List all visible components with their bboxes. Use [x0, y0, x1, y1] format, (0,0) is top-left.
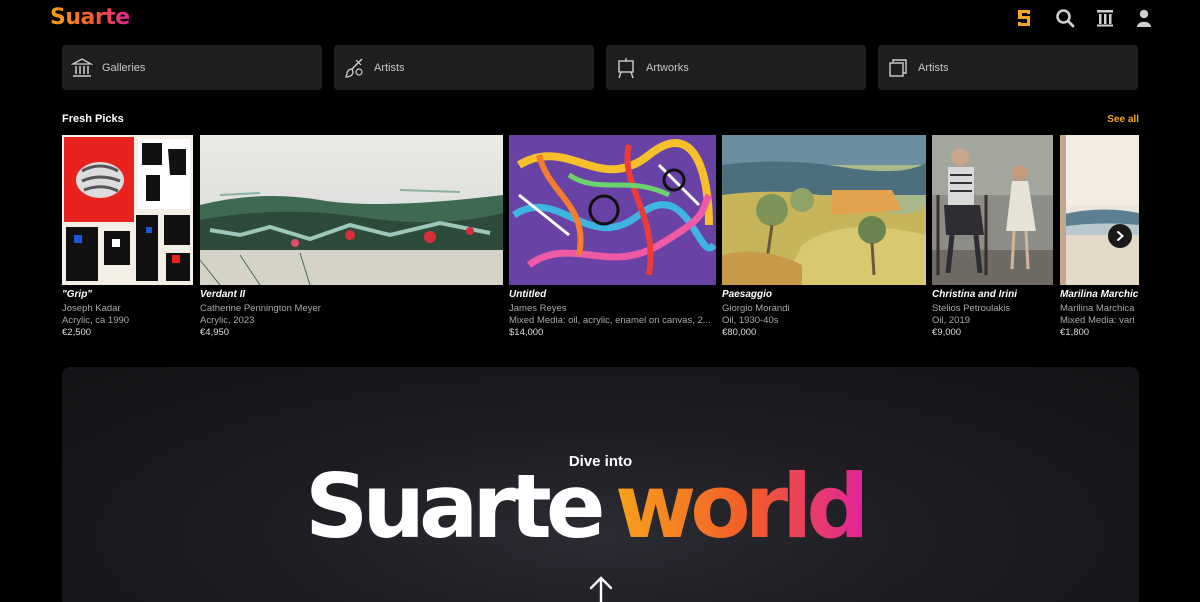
suarte-logo[interactable]: Suarte: [50, 5, 130, 30]
user-icon[interactable]: [1133, 7, 1155, 29]
category-label: Galleries: [102, 61, 146, 74]
category-artists[interactable]: Artists: [334, 45, 594, 90]
artwork-image[interactable]: [722, 135, 926, 285]
artwork-artist: Stelios Petroulakis: [932, 303, 1011, 314]
artwork-title: Marilina Marchic: [1060, 289, 1139, 300]
frame-icon: [886, 56, 910, 80]
museum-icon: [70, 56, 94, 80]
suarte-world-banner[interactable]: Dive into Suarte world: [62, 367, 1139, 602]
artwork-price: €1,800: [1060, 327, 1090, 338]
artwork-artist: Giorgio Morandi: [722, 303, 790, 314]
wordmark-part1: Suarte: [305, 457, 602, 547]
wordmark-part2: world: [615, 457, 863, 547]
arrow-up-icon[interactable]: [588, 575, 614, 602]
see-all-link[interactable]: See all: [1107, 114, 1139, 125]
top-bar: Suarte: [0, 0, 1200, 36]
category-galleries[interactable]: Galleries: [62, 45, 322, 90]
category-artists-2[interactable]: Artists: [878, 45, 1138, 90]
artwork-price: €80,000: [722, 327, 757, 338]
artwork-details: Acrylic, ca 1990: [62, 315, 130, 326]
artwork-details: Mixed Media: vari: [1060, 315, 1135, 326]
museum-icon[interactable]: [1094, 7, 1116, 29]
artwork-image[interactable]: [200, 135, 503, 285]
category-label: Artists: [918, 61, 949, 74]
suarte-s-icon[interactable]: [1013, 7, 1035, 29]
artwork-price: €4,950: [200, 327, 230, 338]
artwork-price: €2,500: [62, 327, 92, 338]
artwork-artist: Catherine Pennington Meyer: [200, 303, 321, 314]
artwork-details: Acrylic, 2023: [200, 315, 255, 326]
easel-icon: [614, 56, 638, 80]
artwork-artist: James Reyes: [509, 303, 567, 314]
artwork-price: $14,000: [509, 327, 544, 338]
brush-icon: [342, 56, 366, 80]
artwork-title: Christina and Irini: [932, 289, 1018, 300]
suarteworld-wordmark: Suarte world: [305, 457, 869, 547]
carousel-next-button[interactable]: [1108, 224, 1132, 248]
artwork-title: Verdant II: [200, 289, 246, 300]
artwork-title: "Grip": [62, 289, 93, 300]
artwork-image[interactable]: [1060, 135, 1139, 285]
category-label: Artists: [374, 61, 405, 74]
artwork-artist: Joseph Kadar: [62, 303, 121, 314]
artwork-image[interactable]: [62, 135, 193, 285]
search-icon[interactable]: [1054, 7, 1076, 29]
artwork-image[interactable]: [932, 135, 1053, 285]
artwork-title: Untitled: [509, 289, 547, 300]
artwork-details: Oil, 2019: [932, 315, 971, 326]
artwork-price: €9,000: [932, 327, 962, 338]
chevron-right-icon: [1117, 231, 1125, 241]
artwork-details: Mixed Media: oil, acrylic, enamel on can…: [509, 315, 711, 326]
category-label: Artworks: [646, 61, 689, 74]
artwork-title: Paesaggio: [722, 289, 773, 300]
artwork-artist: Marilina Marchica: [1060, 303, 1135, 314]
artwork-image[interactable]: [509, 135, 716, 285]
artwork-details: Oil, 1930-40s: [722, 315, 779, 326]
category-artworks[interactable]: Artworks: [606, 45, 866, 90]
section-title: Fresh Picks: [62, 113, 124, 125]
artwork-carousel: "Grip" Joseph Kadar Acrylic, ca 1990 €2,…: [62, 134, 1139, 344]
